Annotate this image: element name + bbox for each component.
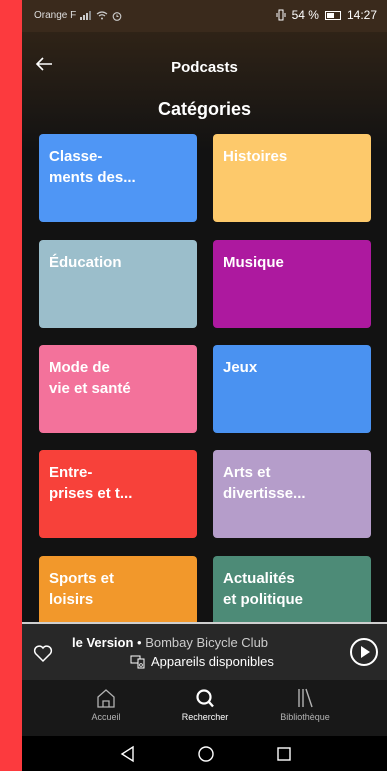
track-artist: Bombay Bicycle Club xyxy=(145,635,269,650)
category-label: Éducation xyxy=(49,254,122,271)
recents-square-icon[interactable] xyxy=(274,744,294,764)
nav-library-label: Bibliothèque xyxy=(280,712,330,722)
status-right: 54 % 14:27 xyxy=(276,8,377,22)
category-tile-musique[interactable]: Musique xyxy=(213,240,371,328)
category-label: Musique xyxy=(223,254,284,271)
battery-percent: 54 % xyxy=(291,8,319,22)
category-label: Arts et divertisse... xyxy=(223,464,306,502)
phone-screen: Orange F 54 % 14:27 Podcasts Catégories … xyxy=(22,0,387,771)
category-label: Jeux xyxy=(223,359,258,376)
category-tile-classements[interactable]: Classe- ments des... xyxy=(39,134,197,222)
back-triangle-icon[interactable] xyxy=(118,744,138,764)
category-label: Mode de vie et santé xyxy=(49,359,131,397)
track-title: le Version xyxy=(72,635,134,650)
category-label: Sports et loisirs xyxy=(49,570,115,608)
play-button[interactable] xyxy=(350,638,378,666)
library-icon xyxy=(298,688,313,708)
category-tile-sports[interactable]: Sports et loisirs xyxy=(39,556,197,622)
devices-label: Appareils disponibles xyxy=(151,654,274,669)
section-title: Catégories xyxy=(157,99,252,119)
heart-icon[interactable] xyxy=(31,641,55,665)
now-playing-bar[interactable]: le Version • Bombay Bicycle Club Apparei… xyxy=(22,622,387,682)
category-tile-histoires[interactable]: Histoires xyxy=(213,134,371,222)
carrier-label: Orange F xyxy=(34,10,77,21)
vibrate-icon xyxy=(276,9,286,21)
nav-home[interactable]: Accueil xyxy=(56,688,156,722)
alarm-icon xyxy=(112,11,122,21)
category-tile-actualites[interactable]: Actualités et politique xyxy=(213,556,371,622)
category-label: Entre- prises et t... xyxy=(49,464,133,502)
bottom-navigation: Accueil Rechercher Bibliothèque xyxy=(22,680,387,736)
category-tile-education[interactable]: Éducation xyxy=(39,240,197,328)
devices-icon xyxy=(130,655,145,668)
nav-library[interactable]: Bibliothèque xyxy=(255,688,355,722)
status-time: 14:27 xyxy=(346,8,377,22)
nav-search-label: Rechercher xyxy=(181,712,229,722)
category-label: Histoires xyxy=(223,148,288,165)
device-picker[interactable]: Appareils disponibles xyxy=(130,654,274,669)
category-grid: Classe- ments des... Histoires Éducation… xyxy=(22,134,387,622)
battery-icon xyxy=(324,10,341,20)
nav-search[interactable]: Rechercher xyxy=(155,688,255,722)
page-title: Podcasts xyxy=(171,59,238,76)
home-circle-icon[interactable] xyxy=(196,744,216,764)
android-navigation-bar xyxy=(22,736,387,771)
home-icon xyxy=(97,689,115,708)
category-tile-jeux[interactable]: Jeux xyxy=(213,345,371,433)
search-icon xyxy=(196,689,214,708)
category-tile-arts[interactable]: Arts et divertisse... xyxy=(213,450,371,538)
track-info: le Version • Bombay Bicycle Club xyxy=(72,635,327,650)
category-tile-entreprises[interactable]: Entre- prises et t... xyxy=(39,450,197,538)
status-left: Orange F xyxy=(34,10,122,21)
status-bar: Orange F 54 % 14:27 xyxy=(22,0,387,32)
track-separator: • xyxy=(133,635,146,650)
category-label: Classe- ments des... xyxy=(49,148,136,186)
nav-home-label: Accueil xyxy=(91,712,121,722)
play-icon xyxy=(361,646,370,658)
category-label: Actualités et politique xyxy=(223,570,303,608)
signal-icon xyxy=(80,11,92,20)
category-tile-mode-de-vie[interactable]: Mode de vie et santé xyxy=(39,345,197,433)
wifi-icon xyxy=(96,11,108,20)
